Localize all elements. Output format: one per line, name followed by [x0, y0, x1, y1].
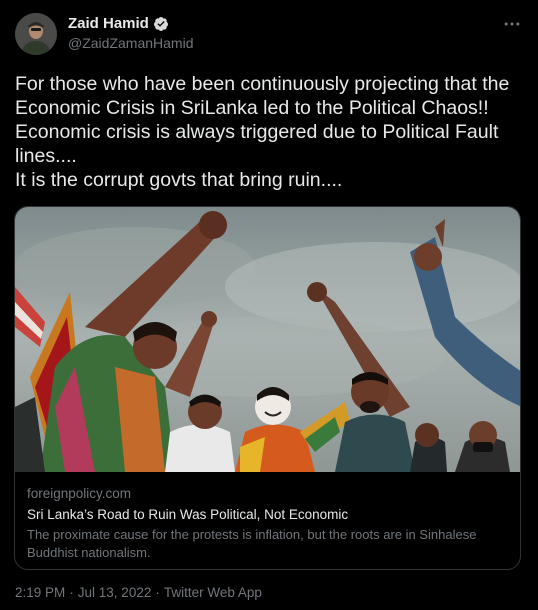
card-title[interactable]: Sri Lanka’s Road to Ruin Was Political, …: [27, 505, 510, 525]
tweet-date[interactable]: Jul 13, 2022: [78, 585, 152, 600]
card-description: The proximate cause for the protests is …: [27, 527, 477, 560]
tweet-time[interactable]: 2:19 PM: [15, 585, 65, 600]
tweet-source[interactable]: Twitter Web App: [164, 585, 262, 600]
tweet-text: For those who have been continuously pro…: [15, 73, 510, 191]
footer-separator: ·: [155, 585, 160, 600]
link-card[interactable]: foreignpolicy.com Sri Lanka’s Road to Ru…: [14, 206, 521, 570]
footer-separator: ·: [69, 585, 74, 600]
tweet: Zaid Hamid @ZaidZamanHamid For those who…: [0, 0, 538, 610]
tweet-footer: 2:19 PM · Jul 13, 2022 · Twitter Web App: [15, 585, 262, 600]
verified-badge-icon: [153, 16, 169, 32]
author-handle[interactable]: @ZaidZamanHamid: [68, 35, 193, 51]
more-options-icon[interactable]: [500, 14, 524, 34]
card-image[interactable]: [15, 207, 520, 472]
author-name[interactable]: Zaid Hamid: [68, 15, 149, 32]
avatar[interactable]: [15, 13, 57, 55]
card-meta[interactable]: foreignpolicy.com Sri Lanka’s Road to Ru…: [15, 473, 520, 569]
card-domain[interactable]: foreignpolicy.com: [27, 485, 510, 503]
author-name-row[interactable]: Zaid Hamid: [68, 15, 169, 32]
